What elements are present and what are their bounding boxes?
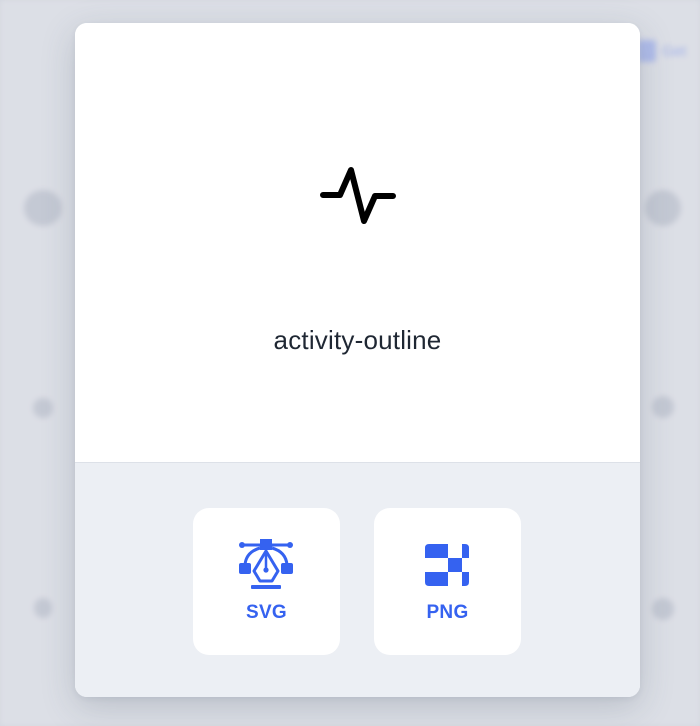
download-options: SVG PNG	[75, 463, 640, 697]
activity-icon	[320, 167, 396, 224]
icon-detail-modal: activity-outline SVG PNG	[75, 23, 640, 697]
download-svg-button[interactable]: SVG	[193, 508, 340, 655]
download-svg-label: SVG	[245, 602, 288, 623]
icon-preview: activity-outline	[75, 23, 640, 462]
checkerboard-icon	[425, 544, 469, 586]
icon-name-title: activity-outline	[273, 325, 442, 355]
vector-pen-icon	[239, 539, 293, 589]
download-png-label: PNG	[426, 602, 469, 623]
download-png-button[interactable]: PNG	[374, 508, 521, 655]
